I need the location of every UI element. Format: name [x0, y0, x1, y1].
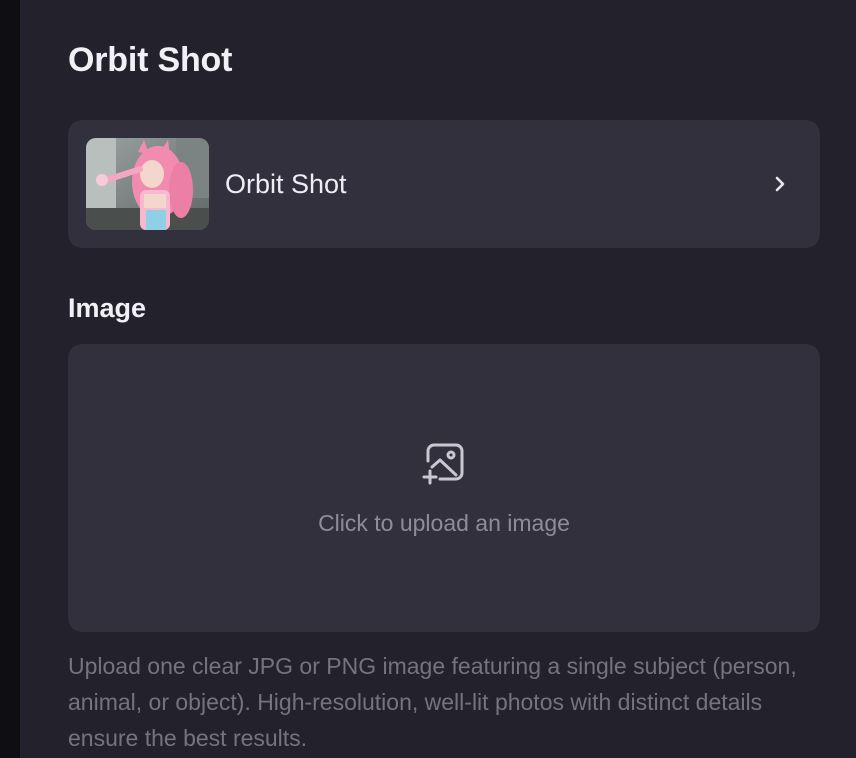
upload-prompt: Click to upload an image	[318, 510, 570, 536]
template-name: Orbit Shot	[225, 169, 347, 199]
settings-panel: Orbit Shot Orbit Shot Image Click to upl…	[20, 0, 856, 758]
image-add-icon	[422, 443, 464, 485]
image-upload-dropzone[interactable]: Click to upload an image	[68, 344, 820, 632]
page-title: Orbit Shot	[68, 41, 233, 79]
upload-help-text: Upload one clear JPG or PNG image featur…	[68, 653, 797, 751]
chevron-right-icon	[775, 176, 785, 192]
sidebar-edge	[0, 0, 20, 758]
image-section-label: Image	[68, 293, 147, 323]
template-thumbnail	[86, 138, 209, 230]
template-selector-card[interactable]: Orbit Shot	[68, 120, 820, 248]
